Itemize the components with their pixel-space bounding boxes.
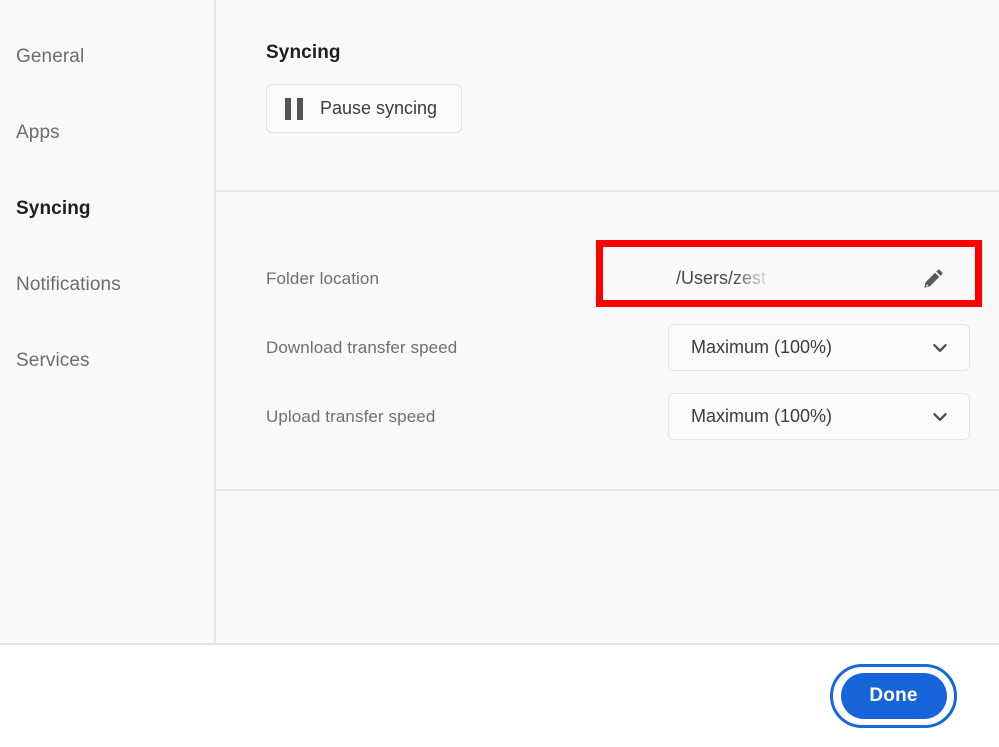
upload-speed-label: Upload transfer speed (266, 406, 436, 426)
sidebar-item-general[interactable]: General (0, 46, 214, 122)
settings-dialog: General Apps Syncing Notifications Servi… (0, 0, 999, 747)
folder-location-value: /Users/zest (676, 268, 767, 288)
sidebar-item-services[interactable]: Services (0, 350, 214, 426)
sidebar-item-label: General (16, 46, 85, 67)
sidebar-item-apps[interactable]: Apps (0, 122, 214, 198)
sidebar-item-label: Syncing (16, 198, 91, 219)
sidebar-item-notifications[interactable]: Notifications (0, 274, 214, 350)
folder-location-label: Folder location (266, 268, 380, 288)
empty-section (216, 491, 999, 643)
sidebar: General Apps Syncing Notifications Servi… (0, 0, 216, 643)
upload-speed-value: Maximum (100%) (691, 406, 833, 426)
done-button-focus-ring: Done (830, 664, 957, 728)
sidebar-item-label: Notifications (16, 274, 121, 295)
upload-speed-row: Upload transfer speed Maximum (100%) (266, 382, 999, 451)
transfer-settings-section: Folder location /Users/zest Download tra… (216, 192, 999, 491)
download-speed-value: Maximum (100%) (691, 337, 833, 357)
dialog-footer: Done (0, 645, 999, 747)
pause-syncing-label: Pause syncing (320, 98, 438, 118)
download-speed-label: Download transfer speed (266, 337, 458, 357)
upload-speed-control: Maximum (100%) (598, 393, 999, 440)
folder-location-field[interactable]: /Users/zest (598, 252, 970, 305)
chevron-down-icon (931, 339, 949, 357)
pencil-icon[interactable] (922, 267, 946, 291)
folder-location-control: /Users/zest (598, 252, 999, 305)
pause-icon (285, 97, 303, 120)
sidebar-item-label: Services (16, 350, 90, 371)
done-button[interactable]: Done (840, 673, 947, 719)
folder-location-row: Folder location /Users/zest (266, 244, 999, 313)
sidebar-item-label: Apps (16, 122, 60, 143)
pause-syncing-button[interactable]: Pause syncing (266, 84, 463, 133)
download-speed-dropdown[interactable]: Maximum (100%) (668, 324, 970, 371)
download-speed-row: Download transfer speed Maximum (100%) (266, 313, 999, 382)
sidebar-item-syncing[interactable]: Syncing (0, 198, 214, 274)
chevron-down-icon (931, 408, 949, 426)
download-speed-control: Maximum (100%) (598, 324, 999, 371)
dialog-body: General Apps Syncing Notifications Servi… (0, 0, 999, 645)
syncing-section: Syncing Pause syncing (216, 0, 999, 192)
page-title: Syncing (266, 42, 341, 63)
upload-speed-dropdown[interactable]: Maximum (100%) (668, 393, 970, 440)
main-content: Syncing Pause syncing Folder location /U… (216, 0, 999, 643)
